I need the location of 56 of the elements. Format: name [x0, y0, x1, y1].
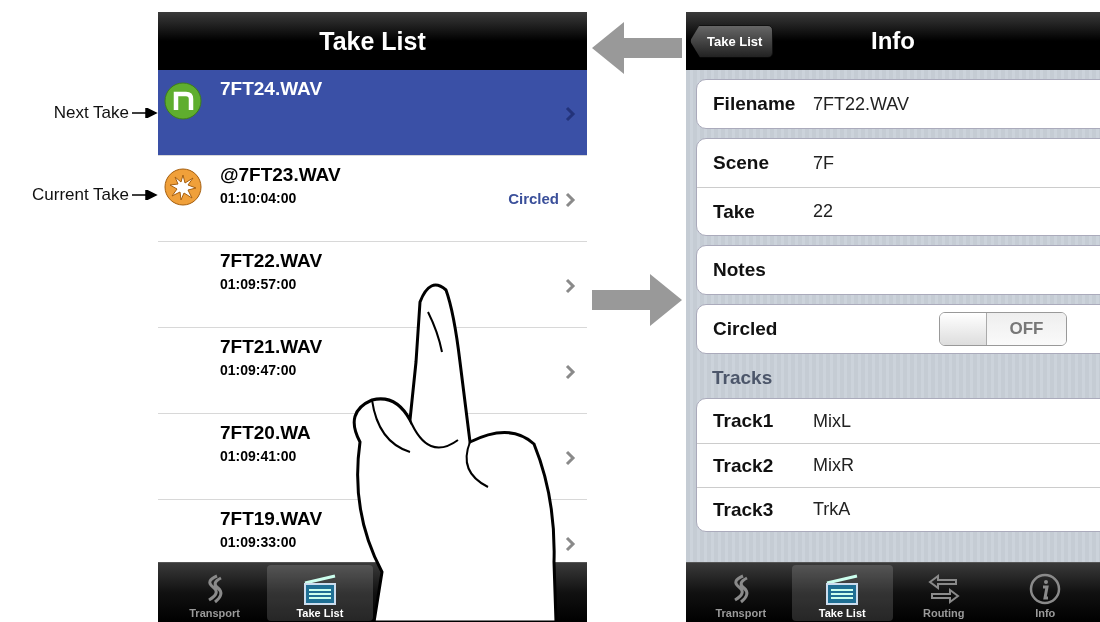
field-value: TrkA	[813, 499, 852, 520]
toggle-switch[interactable]: OFF	[939, 312, 1067, 346]
tab-bar-item[interactable]: Take List	[267, 565, 373, 621]
take-filename: 7FT19.WAV	[220, 508, 323, 530]
field-value: 22	[813, 201, 835, 222]
clapperboard-icon	[301, 573, 338, 605]
take-timecode: 01:09:47:00	[220, 362, 297, 378]
field-label: Track1	[713, 410, 775, 432]
chevron-icon	[565, 536, 576, 552]
screen-title: Take List	[319, 26, 426, 56]
chevron-icon	[565, 278, 576, 294]
field-label: Scene	[713, 152, 770, 174]
field-label: Filename	[713, 93, 797, 115]
chevron-icon	[565, 192, 576, 208]
field-label: Notes	[713, 259, 767, 281]
tab-bar-item[interactable]: Routing	[893, 565, 995, 621]
callout-label: Current Take	[32, 185, 129, 205]
info-icon	[1029, 573, 1062, 605]
take-timecode: 01:09:33:00	[220, 534, 297, 550]
take-filename: 7FT20.WA	[220, 422, 311, 444]
take-timecode: 01:09:41:00	[220, 448, 297, 464]
left-arrow-icon	[591, 22, 682, 74]
take-timecode: 01:09:57:00	[220, 276, 297, 292]
take-row[interactable]: @7FT23.WAV 01:10:04:00 Circled	[158, 156, 587, 242]
field-value: 7F	[813, 152, 835, 174]
field-value: MixL	[813, 410, 852, 432]
chevron-icon	[565, 106, 576, 122]
pointer-arrow-icon	[132, 190, 158, 200]
tab-bar-item[interactable]: Transport	[162, 565, 268, 621]
pointer-arrow-icon	[132, 108, 158, 118]
callout-label: Next Take	[53, 103, 129, 123]
field-value: 7FT22.WAV	[813, 93, 911, 115]
take-timecode: 01:10:04:00	[220, 190, 297, 206]
starburst-icon	[164, 168, 202, 206]
tab-bar-item[interactable]: Take List	[791, 565, 893, 621]
take-row[interactable]: 7FT24.WAV	[158, 70, 587, 156]
field-label: Track3	[713, 498, 775, 521]
status-label: Circled	[508, 190, 559, 207]
field-label: Take	[713, 200, 756, 223]
screen-title: Info	[871, 27, 915, 55]
field-value: MixR	[813, 455, 855, 476]
field-label: Track2	[713, 454, 775, 477]
take-filename: @7FT23.WAV	[220, 164, 341, 186]
next-take-icon	[164, 82, 202, 120]
tab-bar-item[interactable]: Transport	[690, 565, 792, 621]
take-filename: 7FT22.WAV	[220, 250, 323, 272]
chevron-icon	[565, 364, 576, 380]
clapperboard-icon	[824, 573, 861, 605]
chevron-icon	[565, 450, 576, 466]
field-label: Circled	[713, 318, 779, 340]
take-filename: 7FT24.WAV	[220, 78, 323, 100]
back-button[interactable]: Take List	[690, 24, 774, 58]
right-arrow-icon	[591, 274, 682, 326]
take-filename: 7FT21.WAV	[220, 336, 323, 358]
section-header: Tracks	[711, 366, 774, 389]
tab-bar-item[interactable]: Info	[994, 565, 1096, 621]
